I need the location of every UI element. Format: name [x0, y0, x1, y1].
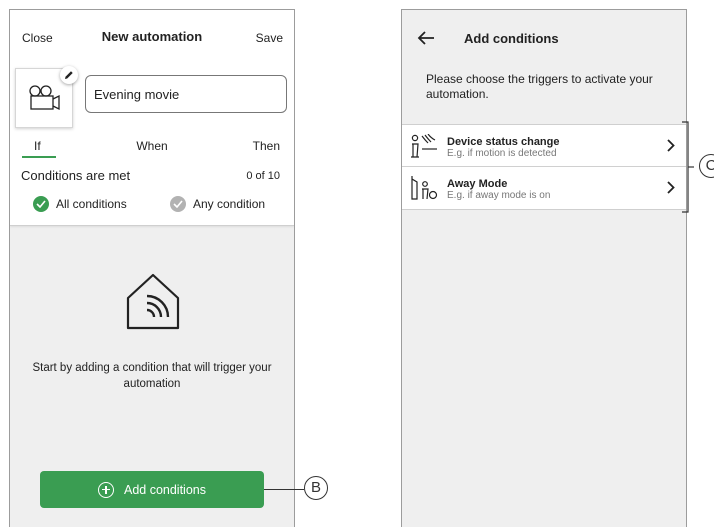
- conditions-label: Conditions are met: [21, 168, 131, 183]
- back-arrow-icon[interactable]: [416, 30, 436, 46]
- tab-then[interactable]: Then: [253, 139, 280, 153]
- add-conditions-label: Add conditions: [123, 482, 206, 497]
- smart-home-icon: [126, 273, 180, 330]
- edit-icon-button[interactable]: [60, 66, 78, 84]
- away-mode-icon: [411, 176, 438, 200]
- add-conditions-screen: Add conditions Please choose the trigger…: [401, 9, 687, 527]
- callout-b-leader-line: [264, 489, 304, 491]
- trigger-title: Device status change: [447, 136, 560, 148]
- trigger-device-status-change[interactable]: Device status change E.g. if motion is d…: [402, 125, 686, 167]
- all-conditions-label: All conditions: [56, 197, 127, 211]
- trigger-subtitle: E.g. if motion is detected: [447, 148, 557, 159]
- callout-b: B: [304, 476, 328, 500]
- page-title: New automation: [101, 29, 203, 44]
- save-button[interactable]: Save: [256, 31, 283, 45]
- chevron-right-icon: [667, 139, 675, 152]
- trigger-subtitle: E.g. if away mode is on: [447, 190, 551, 201]
- tab-when[interactable]: When: [10, 139, 294, 153]
- any-condition-radio[interactable]: Any condition: [170, 196, 265, 212]
- checkmark-icon: [33, 196, 49, 212]
- screenshot-stage: Close New automation Save If When Then: [0, 0, 714, 527]
- plus-circle-icon: [97, 481, 114, 498]
- checkmark-icon: [170, 196, 186, 212]
- callout-c-bracket: [682, 121, 694, 213]
- page-title: Add conditions: [464, 31, 559, 46]
- all-conditions-radio[interactable]: All conditions: [33, 196, 127, 212]
- callout-c: C: [699, 154, 714, 178]
- instructions-text: Please choose the triggers to activate y…: [426, 72, 653, 101]
- video-camera-icon: [29, 85, 60, 111]
- new-automation-screen: Close New automation Save If When Then: [9, 9, 295, 527]
- empty-state-message: Start by adding a condition that will tr…: [32, 362, 272, 390]
- chevron-right-icon: [667, 181, 675, 194]
- conditions-count: 0 of 10: [246, 170, 280, 182]
- motion-sensor-icon: [411, 134, 437, 158]
- active-tab-indicator: [22, 156, 56, 158]
- automation-name-input[interactable]: [85, 75, 287, 113]
- trigger-title: Away Mode: [447, 178, 508, 190]
- trigger-list: Device status change E.g. if motion is d…: [402, 124, 686, 210]
- pencil-icon: [65, 71, 73, 79]
- trigger-away-mode[interactable]: Away Mode E.g. if away mode is on: [402, 167, 686, 209]
- add-conditions-button[interactable]: Add conditions: [40, 471, 264, 508]
- any-condition-label: Any condition: [193, 197, 266, 211]
- automation-settings-card: Close New automation Save If When Then: [10, 10, 294, 226]
